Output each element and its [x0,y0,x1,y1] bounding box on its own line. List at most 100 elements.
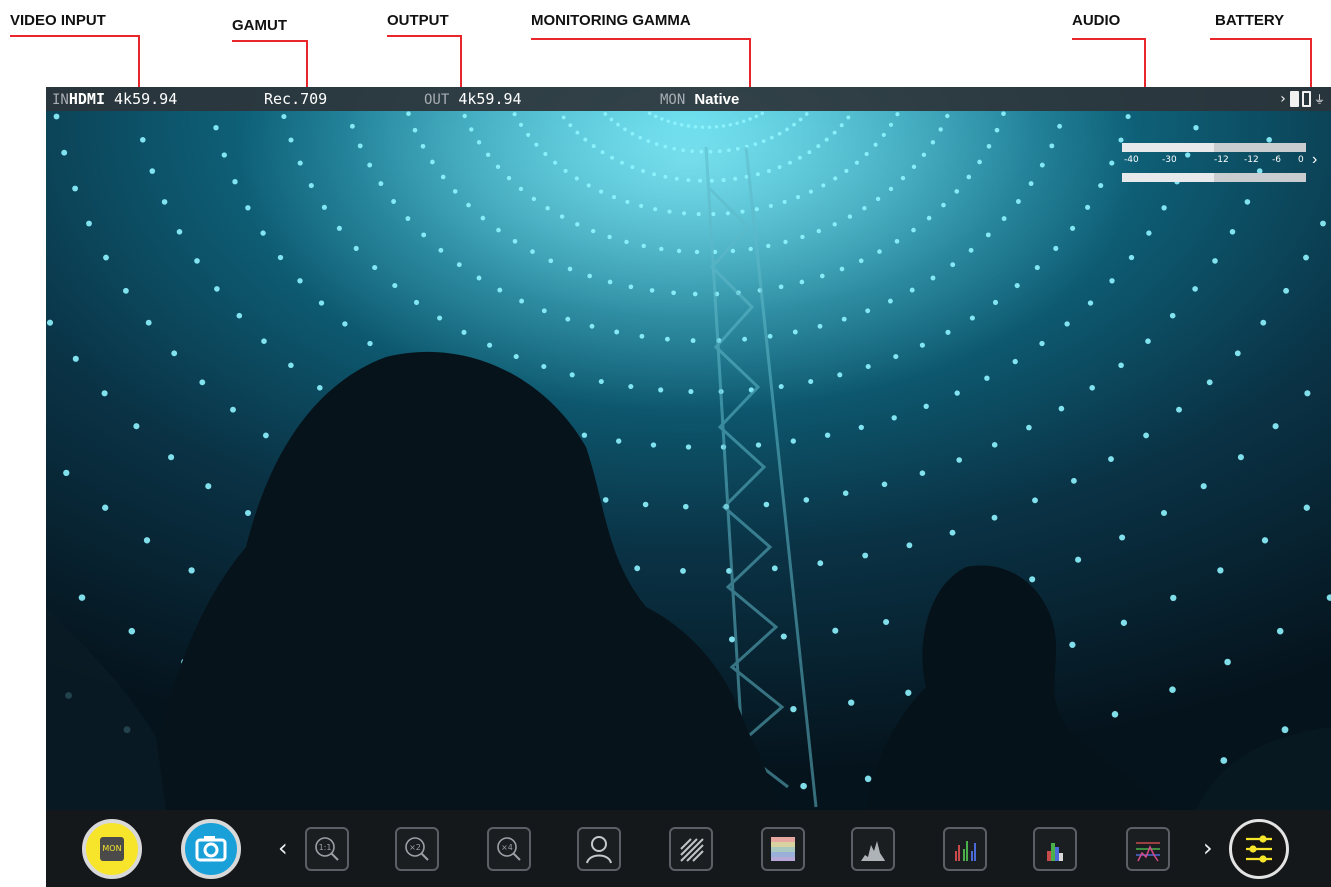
led-light [367,162,373,168]
led-light [487,342,493,348]
luma-waveform-button[interactable] [851,827,895,871]
led-light [792,122,796,127]
callout-line [1310,38,1312,94]
monitoring-gamma-status[interactable]: MON Native [660,90,739,108]
led-light [666,119,671,124]
led-light [711,212,716,217]
led-light [977,159,982,165]
tools-prev-chevron-icon[interactable]: ‹ [278,834,288,862]
output-prefix: OUT [424,92,450,108]
led-light [911,164,917,169]
zebra-button[interactable] [669,827,713,871]
led-light [245,205,251,211]
callout-video-input: VIDEO INPUT [10,12,106,29]
led-light [530,249,535,254]
led-light [318,300,325,306]
battery-chevron-icon: › [1278,91,1287,107]
led-light [790,705,797,713]
led-light [456,262,462,268]
output-status[interactable]: OUT 4k59.94 [424,90,522,108]
led-light [591,144,596,149]
led-light [143,537,151,544]
led-light [476,275,482,281]
led-light [888,186,894,192]
led-light [865,363,871,370]
led-light [1234,350,1241,357]
led-light [748,246,753,252]
live-video-feed[interactable] [46,87,1331,810]
led-light [778,284,784,290]
vectorscope-icon [1047,843,1063,861]
led-light [817,323,823,329]
tools-next-chevron-icon[interactable]: › [1203,834,1213,862]
led-light [777,131,782,136]
monitor-mode-button[interactable]: MON [82,819,142,879]
led-light [844,168,849,173]
led-light [788,160,792,165]
led-light [1098,183,1104,189]
led-light [221,152,227,158]
led-light [565,316,571,322]
led-light [1244,199,1251,205]
led-light [875,196,881,202]
focus-peaking-button[interactable] [577,827,621,871]
led-light [1169,312,1176,319]
zoom-x4-button[interactable]: ×4 [487,827,531,871]
led-light [628,383,634,390]
led-light [930,275,936,281]
led-light [992,299,999,305]
mon-prefix: MON [660,92,686,108]
vectorscope-button[interactable] [1033,827,1077,871]
led-light [725,211,730,216]
led-light [616,122,620,127]
audio-meters[interactable]: -40 -30 -12 -12 -6 0 › [1122,139,1322,185]
led-light [321,204,327,210]
callout-line [531,38,751,40]
led-light [881,132,886,137]
led-light [895,112,900,117]
led-light [308,183,314,189]
led-light [541,308,547,314]
led-light [1146,230,1152,236]
led-light [755,442,762,448]
zoom-x2-button[interactable]: ×2 [395,827,439,871]
led-light [1111,711,1119,718]
led-light [563,168,568,173]
settings-button[interactable] [1229,819,1289,879]
gamut-status[interactable]: Rec.709 [264,90,327,108]
led-light [413,299,420,305]
led-light [128,627,136,635]
led-light [686,124,691,128]
led-light [650,442,657,448]
histogram-button[interactable] [1126,827,1170,871]
battery-status[interactable]: › ⏚ [1279,91,1325,107]
audio-chevron-icon[interactable]: › [1312,151,1317,169]
led-light [969,315,975,321]
led-light [673,121,677,125]
led-light [391,199,397,204]
led-light [600,150,605,155]
led-light [735,146,740,151]
rgb-parade-button[interactable] [943,827,987,871]
led-light [783,239,788,245]
led-light [740,209,745,214]
snapshot-button[interactable] [181,819,241,879]
led-light [945,113,950,119]
led-light [883,618,890,626]
led-light [730,248,736,254]
callout-battery: BATTERY [1215,12,1285,29]
led-light [188,567,195,574]
led-light [1085,204,1091,210]
led-light [545,206,550,211]
callout-line [232,40,308,42]
led-light [819,273,825,279]
led-light [888,122,894,127]
false-color-button[interactable] [761,827,805,871]
led-light [1161,205,1167,211]
callout-gamut: GAMUT [232,17,287,34]
led-light [1058,405,1065,412]
audio-level-2 [1122,173,1214,182]
zoom-1to1-button[interactable]: 1:1 [305,827,349,871]
video-input-status[interactable]: INHDMI 4k59.94 [52,90,177,108]
led-light [205,483,212,490]
